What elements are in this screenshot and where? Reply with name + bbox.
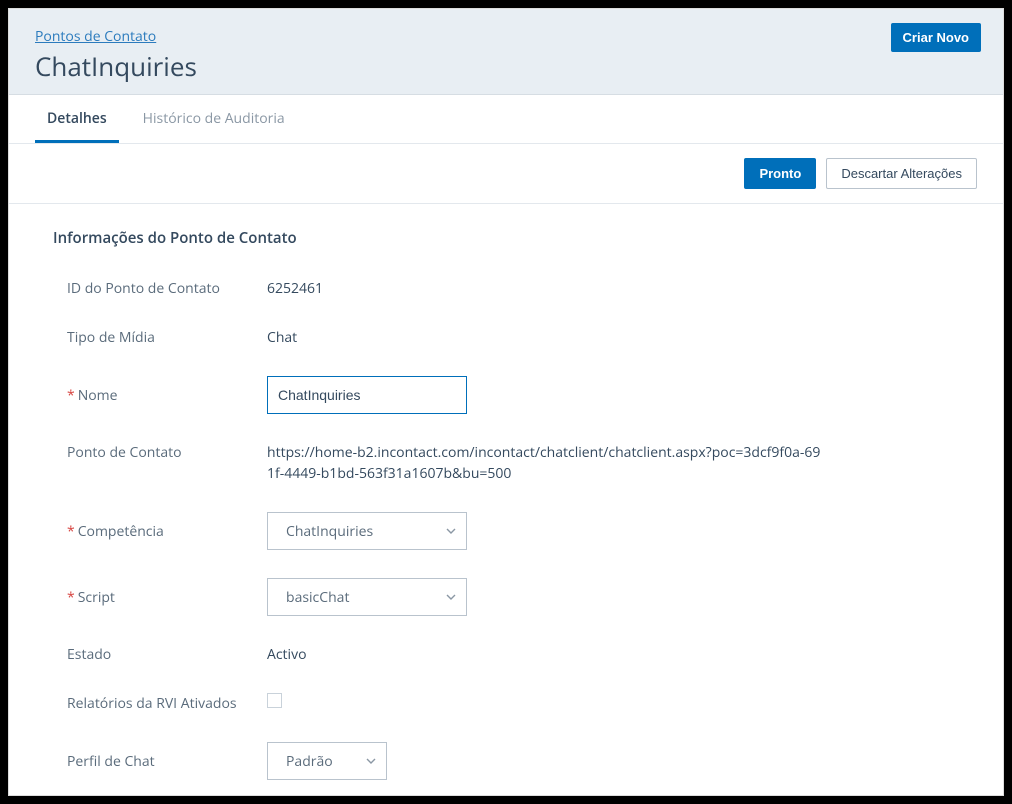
label-text: Competência	[78, 522, 164, 541]
action-row: Pronto Descartar Alterações	[9, 144, 1003, 204]
field-label: Estado	[67, 644, 267, 665]
label-text: Nome	[78, 386, 118, 405]
required-marker: *	[67, 386, 75, 405]
select-value: basicChat	[286, 587, 349, 608]
field-value-wrap: basicChat	[267, 578, 959, 616]
field-value: Chat	[267, 327, 959, 348]
form-table: ID do Ponto de Contato 6252461 Tipo de M…	[53, 278, 959, 796]
field-media-type: Tipo de Mídia Chat	[67, 327, 959, 348]
select-value: Padrão	[286, 751, 333, 772]
chevron-down-icon	[366, 756, 376, 766]
select-value: ChatInquiries	[286, 521, 373, 542]
tab-bar: Detalhes Histórico de Auditoria	[9, 94, 1003, 144]
field-label: Perfil de Chat	[67, 751, 267, 772]
field-ivr-reports: Relatórios da RVI Ativados	[67, 693, 959, 714]
field-script: *Script basicChat	[67, 578, 959, 616]
app-frame: Pontos de Contato ChatInquiries Criar No…	[8, 8, 1004, 796]
discard-button[interactable]: Descartar Alterações	[826, 158, 977, 189]
header: Pontos de Contato ChatInquiries Criar No…	[9, 9, 1003, 94]
chevron-down-icon	[446, 526, 456, 536]
tab-details[interactable]: Detalhes	[35, 95, 119, 143]
field-label: *Competência	[67, 521, 267, 542]
field-label: Tipo de Mídia	[67, 327, 267, 348]
field-skill: *Competência ChatInquiries	[67, 512, 959, 550]
field-value-wrap: Padrão	[267, 742, 959, 780]
done-button[interactable]: Pronto	[744, 158, 816, 189]
field-state: Estado Activo	[67, 644, 959, 665]
field-label: Ponto de Contato	[67, 442, 267, 463]
page-title: ChatInquiries	[35, 48, 977, 94]
field-value: Activo	[267, 644, 959, 665]
tab-audit-history[interactable]: Histórico de Auditoria	[119, 95, 309, 143]
field-contact-point: Ponto de Contato https://home-b2.inconta…	[67, 442, 959, 484]
create-new-button[interactable]: Criar Novo	[891, 23, 981, 52]
label-text: Script	[78, 588, 115, 607]
field-label: *Script	[67, 587, 267, 608]
breadcrumb[interactable]: Pontos de Contato	[35, 27, 156, 48]
field-value-wrap	[267, 376, 959, 414]
field-value: 6252461	[267, 278, 959, 299]
required-marker: *	[67, 522, 75, 541]
form-area: Informações do Ponto de Contato ID do Po…	[9, 204, 1003, 796]
field-value-wrap	[267, 693, 959, 714]
field-label: ID do Ponto de Contato	[67, 278, 267, 299]
field-value-wrap: ChatInquiries	[267, 512, 959, 550]
ivr-reports-checkbox[interactable]	[267, 693, 282, 708]
required-marker: *	[67, 588, 75, 607]
chat-profile-select[interactable]: Padrão	[267, 742, 387, 780]
field-label: Relatórios da RVI Ativados	[67, 693, 267, 714]
field-chat-profile: Perfil de Chat Padrão	[67, 742, 959, 780]
field-value: https://home-b2.incontact.com/incontact/…	[267, 442, 827, 484]
skill-select[interactable]: ChatInquiries	[267, 512, 467, 550]
chevron-down-icon	[446, 592, 456, 602]
name-input[interactable]	[267, 376, 467, 414]
section-title: Informações do Ponto de Contato	[53, 228, 959, 248]
field-id: ID do Ponto de Contato 6252461	[67, 278, 959, 299]
field-label: *Nome	[67, 385, 267, 406]
field-name: *Nome	[67, 376, 959, 414]
script-select[interactable]: basicChat	[267, 578, 467, 616]
